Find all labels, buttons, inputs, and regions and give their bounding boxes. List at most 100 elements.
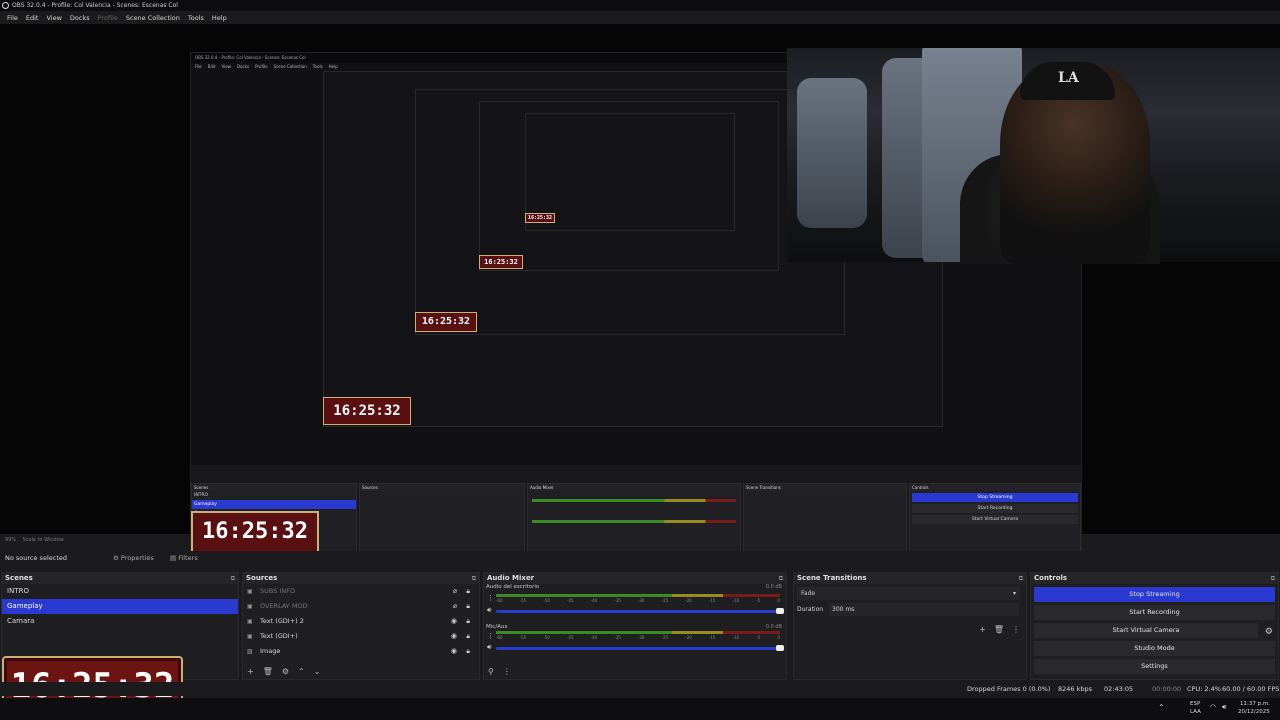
db-scale: -60 -55 -50 -45 -40 -35 -30 -25 -20 -15 -10 -5 0	[496, 598, 780, 603]
obs-logo-icon	[2, 2, 9, 9]
link-icon[interactable]: ⚲	[488, 667, 494, 676]
bitrate: 8246 kbps	[1058, 685, 1093, 693]
volume-slider[interactable]	[496, 610, 780, 613]
text-source-icon: ▣	[247, 618, 253, 625]
lock-icon[interactable]: 🔒︎	[466, 599, 470, 614]
level-meter	[496, 631, 780, 634]
gear-icon[interactable]: ⚙	[282, 667, 289, 676]
volume-slider-handle[interactable]	[776, 608, 784, 614]
menu-dots-icon[interactable]: ⋮	[1012, 625, 1020, 634]
stream-time: 02:43:05	[1104, 685, 1134, 693]
nested-frame-4	[525, 113, 735, 231]
lock-icon[interactable]: 🔒︎	[466, 614, 470, 629]
menu-dots-icon[interactable]: ⋮	[503, 667, 511, 676]
source-toolbar: No source selected ⚙ Properties ▤ Filter…	[0, 551, 1280, 565]
taskbar: ⌃ ESP LAA ◠ 🔊︎ 11:37 p.m. 20/12/2025	[0, 698, 1280, 720]
chevron-up-icon[interactable]: ⌃	[1158, 703, 1165, 712]
menu-profile[interactable]: Profile	[94, 12, 122, 24]
menu-docks[interactable]: Docks	[66, 12, 94, 24]
eye-icon[interactable]: ◉	[451, 629, 457, 644]
source-item[interactable]: ▣ SUBS INFO ⌀ 🔒︎	[243, 584, 479, 599]
trash-icon[interactable]: 🗑︎	[994, 625, 1004, 634]
nested-clock-2: 16:25:32	[415, 312, 477, 332]
clock-date[interactable]: 20/12/2025	[1238, 709, 1270, 715]
move-down-icon[interactable]: ⌄	[314, 667, 321, 676]
dock-float-icon[interactable]: ⧉	[1019, 573, 1023, 584]
volume-slider-handle[interactable]	[776, 645, 784, 651]
scene-transitions-dock: Scene Transitions ⧉ Fade ▾ Duration 300 ms…	[793, 572, 1027, 680]
move-up-icon[interactable]: ⌃	[298, 667, 305, 676]
scene-item-gameplay[interactable]: Gameplay	[2, 599, 238, 614]
lock-icon[interactable]: 🔒︎	[466, 644, 470, 659]
hidden-eye-icon[interactable]: ⌀	[453, 599, 457, 614]
lang-bottom[interactable]: LAA	[1190, 709, 1201, 715]
speaker-icon[interactable]: 🔊︎	[487, 606, 491, 615]
dock-float-icon[interactable]: ⧉	[472, 573, 476, 584]
properties-button[interactable]: ⚙ Properties	[113, 553, 154, 563]
preview-canvas[interactable]: OBS 32.0.4 - Profile: Col Valencia - Sce…	[0, 24, 1280, 555]
menu-edit[interactable]: Edit	[22, 12, 43, 24]
menu-dots-icon[interactable]: ⋮	[487, 632, 494, 640]
start-virtual-camera-button[interactable]: Start Virtual Camera	[1034, 623, 1258, 638]
menu-bar: File Edit View Docks Profile Scene Colle…	[0, 12, 1280, 24]
scene-item-intro[interactable]: INTRO	[2, 584, 238, 599]
nested-clock-3: 16:25:32	[479, 255, 523, 269]
dock-float-icon[interactable]: ⧉	[1271, 573, 1275, 584]
image-source-icon: ▨	[247, 648, 253, 655]
transition-select[interactable]: Fade ▾	[797, 587, 1020, 600]
gear-icon[interactable]: ⚙	[1265, 627, 1273, 637]
window-title: OBS 32.0.4 - Profile: Col Valencia - Sce…	[12, 2, 178, 9]
eye-icon[interactable]: ◉	[451, 644, 457, 659]
dropped-frames: Dropped Frames 0 (0.0%)	[967, 685, 1051, 693]
dock-float-icon[interactable]: ⧉	[779, 573, 783, 584]
speaker-icon[interactable]: 🔊︎	[487, 643, 491, 652]
mixer-channel-desktop: Audio del escritorio 0.0 dB ⋮ -60 -55 -50-…	[486, 584, 784, 615]
eye-icon[interactable]: ◉	[451, 614, 457, 629]
settings-button[interactable]: Settings	[1034, 659, 1275, 674]
source-item[interactable]: ▣ Text (GDI+) 2 ◉ 🔒︎	[243, 614, 479, 629]
source-item[interactable]: ▣ Text (GDI+) ◉ 🔒︎	[243, 629, 479, 644]
obs-window: OBS 32.0.4 - Profile: Col Valencia - Sce…	[0, 0, 1280, 720]
source-item[interactable]: ▨ Image ◉ 🔒︎	[243, 644, 479, 659]
menu-help[interactable]: Help	[208, 12, 231, 24]
menu-tools[interactable]: Tools	[184, 12, 208, 24]
lang-top[interactable]: ESP	[1190, 701, 1200, 707]
mixer-channel-mic: Mic/Aux 0.0 dB ⋮ -60 -55 -50 -45 -40 -35 -30 -2…	[486, 624, 784, 652]
wifi-icon[interactable]: ◠	[1210, 703, 1216, 711]
menu-dots-icon[interactable]: ⋮	[487, 594, 494, 602]
trash-icon[interactable]: 🗑︎	[263, 667, 273, 676]
audio-mixer-header: Audio Mixer ⧉	[484, 573, 786, 584]
menu-scene-collection[interactable]: Scene Collection	[122, 12, 184, 24]
filters-button[interactable]: ▤ Filters	[170, 553, 198, 563]
studio-mode-button[interactable]: Studio Mode	[1034, 641, 1275, 656]
group-icon: ▣	[247, 588, 253, 595]
transition-toolbar: + 🗑︎ ⋮	[979, 625, 1020, 634]
hidden-eye-icon[interactable]: ⌀	[453, 584, 457, 599]
lock-icon[interactable]: 🔒︎	[466, 584, 470, 599]
scene-transitions-header: Scene Transitions ⧉	[794, 573, 1026, 584]
dock-float-icon[interactable]: ⧉	[231, 573, 235, 584]
title-bar: OBS 32.0.4 - Profile: Col Valencia - Sce…	[0, 0, 1280, 11]
nested-sources: Sources	[359, 483, 525, 553]
volume-slider[interactable]	[496, 647, 780, 650]
clock-time[interactable]: 11:37 p.m.	[1240, 701, 1270, 707]
zoom-label[interactable]: 99% Scale to Window	[5, 537, 64, 543]
scene-item-camara[interactable]: Camara	[2, 614, 238, 629]
start-recording-button[interactable]: Start Recording	[1034, 605, 1275, 620]
source-item[interactable]: ▣ OVERLAY MOD ⌀ 🔒︎	[243, 599, 479, 614]
menu-file[interactable]: File	[3, 12, 22, 24]
nested-transitions: Scene Transitions	[743, 483, 907, 553]
no-source-label: No source selected	[5, 554, 67, 562]
sources-header: Sources ⧉	[243, 573, 479, 584]
volume-icon[interactable]: 🔊︎	[1222, 703, 1226, 712]
duration-input[interactable]: 300 ms	[829, 603, 1019, 616]
streamer-cap: LA	[1020, 62, 1115, 100]
stop-streaming-button[interactable]: Stop Streaming	[1034, 587, 1275, 602]
duration-row: Duration 300 ms	[794, 603, 1026, 617]
menu-view[interactable]: View	[42, 12, 65, 24]
text-source-icon: ▣	[247, 633, 253, 640]
lock-icon[interactable]: 🔒︎	[466, 629, 470, 644]
add-icon[interactable]: +	[979, 625, 986, 634]
add-icon[interactable]: +	[247, 667, 254, 676]
nested-clock-main: 16:25:32	[191, 511, 319, 553]
